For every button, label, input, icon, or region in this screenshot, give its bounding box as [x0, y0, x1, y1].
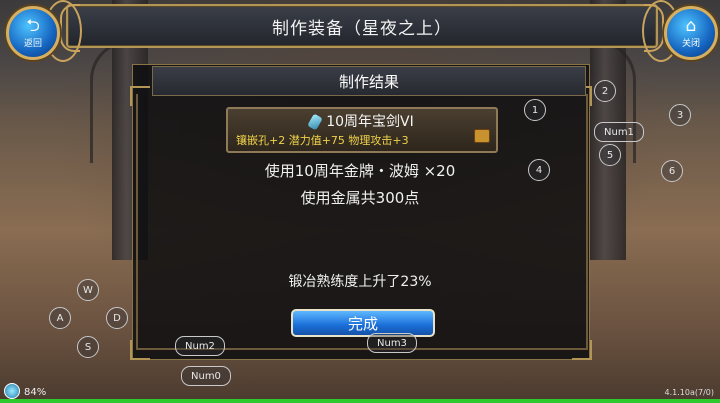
key-hint-5[interactable]: 5	[599, 144, 621, 166]
item-name-row: 10周年宝剑VI	[228, 111, 496, 131]
status-percent: 84%	[24, 387, 47, 398]
key-hint-4[interactable]: 4	[528, 159, 550, 181]
key-hint-num3[interactable]: Num3	[367, 333, 417, 353]
done-button[interactable]: 完成	[291, 309, 435, 337]
progress-bar	[0, 399, 720, 403]
key-hint-2[interactable]: 2	[594, 80, 616, 102]
back-arrow-icon: ⮌	[26, 16, 40, 36]
treasure-chest-icon	[474, 129, 490, 143]
key-hint-s[interactable]: S	[77, 336, 99, 358]
close-button[interactable]: ⌂ 关闭	[664, 6, 718, 60]
key-hint-3[interactable]: 3	[669, 104, 691, 126]
key-hint-num2[interactable]: Num2	[175, 336, 225, 356]
title-bar: 制作装备（星夜之上）	[60, 4, 664, 52]
key-hint-d[interactable]: D	[106, 307, 128, 329]
material-cost-text: 使用10周年金牌・波姆 ×20	[264, 162, 456, 180]
panel-title: 制作结果	[152, 66, 586, 96]
item-name: 10周年宝剑VI	[326, 114, 414, 130]
sword-gem-icon	[307, 113, 324, 131]
back-button-label: 返回	[23, 39, 42, 49]
key-hint-1[interactable]: 1	[524, 99, 546, 121]
skill-increase-text: 锻冶熟练度上升了23%	[288, 274, 432, 290]
item-stats: 镶嵌孔+2 潜力值+75 物理攻击+3	[236, 134, 409, 147]
network-icon	[4, 383, 20, 399]
key-hint-a[interactable]: A	[49, 307, 71, 329]
panel-corner-ornament	[130, 86, 150, 106]
key-hint-num1[interactable]: Num1	[594, 122, 644, 142]
page-title: 制作装备（星夜之上）	[272, 18, 452, 39]
panel-corner-ornament	[130, 340, 150, 360]
home-icon: ⌂	[685, 16, 697, 36]
crafted-item-card[interactable]: 10周年宝剑VI 镶嵌孔+2 潜力值+75 物理攻击+3	[226, 107, 498, 153]
back-button[interactable]: ⮌ 返回	[6, 6, 60, 60]
key-hint-w[interactable]: W	[77, 279, 99, 301]
key-hint-6[interactable]: 6	[661, 160, 683, 182]
metal-cost-text: 使用金属共300点	[300, 189, 420, 207]
close-button-label: 关闭	[681, 39, 700, 49]
panel-corner-ornament	[572, 340, 592, 360]
version-text: 4.1.10a(7/0)	[664, 388, 714, 397]
